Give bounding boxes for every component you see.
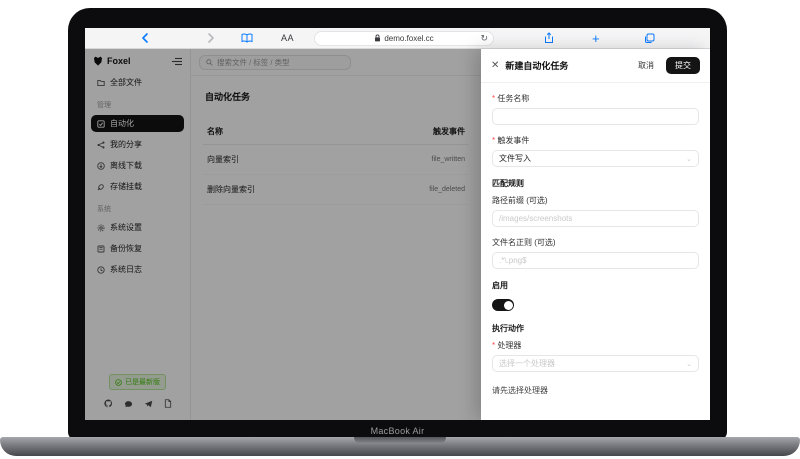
processor-label: 处理器 [492,340,699,351]
address-bar[interactable]: demo.foxel.cc ↻ [314,31,494,46]
close-icon[interactable]: ✕ [491,61,499,71]
laptop-base-notch [354,437,446,444]
foxel-app: Foxel 全部文件 管理 [85,49,710,420]
processor-placeholder: 选择一个处理器 [499,358,555,369]
drawer-overlay-mask[interactable] [85,49,481,420]
reader-options-button[interactable]: AA [281,33,294,43]
share-icon[interactable] [544,32,554,44]
match-rules-section-label: 匹配规则 [492,178,699,189]
filename-regex-label: 文件名正则 (可选) [492,237,699,248]
drawer-form: 任务名称 触发事件 文件写入 ⌄ 匹配规则 路径前缀 (可选) 文件名正则 (可… [481,83,710,420]
processor-select[interactable]: 选择一个处理器 ⌄ [492,355,699,372]
laptop-base [0,437,800,456]
address-text: demo.foxel.cc [384,34,433,43]
drawer-title: 新建自动化任务 [505,59,568,72]
toggle-knob [504,301,513,310]
path-prefix-label: 路径前缀 (可选) [492,195,699,206]
trigger-label: 触发事件 [492,135,699,146]
submit-button[interactable]: 提交 [666,57,700,74]
laptop-bezel: AA demo.foxel.cc ↻ + [68,8,727,440]
processor-hint: 请先选择处理器 [492,385,699,396]
cancel-button[interactable]: 取消 [632,57,660,74]
screen: AA demo.foxel.cc ↻ + [85,28,710,420]
chevron-down-icon: ⌄ [686,360,692,368]
back-icon[interactable] [141,33,149,43]
trigger-value: 文件写入 [499,153,531,164]
drawer-header: ✕ 新建自动化任务 取消 提交 [481,49,710,83]
new-tab-icon[interactable]: + [592,31,600,46]
device-label: MacBook Air [68,426,727,436]
task-name-field[interactable] [492,108,699,125]
forward-icon[interactable] [207,33,215,43]
lock-icon [374,34,381,42]
reload-icon[interactable]: ↻ [480,34,488,43]
task-name-label: 任务名称 [492,93,699,104]
dimmed-region: Foxel 全部文件 管理 [85,49,481,420]
trigger-select[interactable]: 文件写入 ⌄ [492,150,699,167]
action-section-label: 执行动作 [492,323,699,334]
chevron-down-icon: ⌄ [686,155,692,163]
path-prefix-field[interactable] [492,210,699,227]
enabled-label: 启用 [492,280,699,291]
enabled-toggle[interactable] [492,299,514,311]
new-task-drawer: ✕ 新建自动化任务 取消 提交 任务名称 触发事件 文件写入 ⌄ 匹配规则 路径… [481,49,710,420]
browser-toolbar: AA demo.foxel.cc ↻ + [85,28,710,49]
reading-list-icon[interactable] [241,33,253,43]
tabs-icon[interactable] [644,33,655,44]
filename-regex-field[interactable] [492,252,699,269]
